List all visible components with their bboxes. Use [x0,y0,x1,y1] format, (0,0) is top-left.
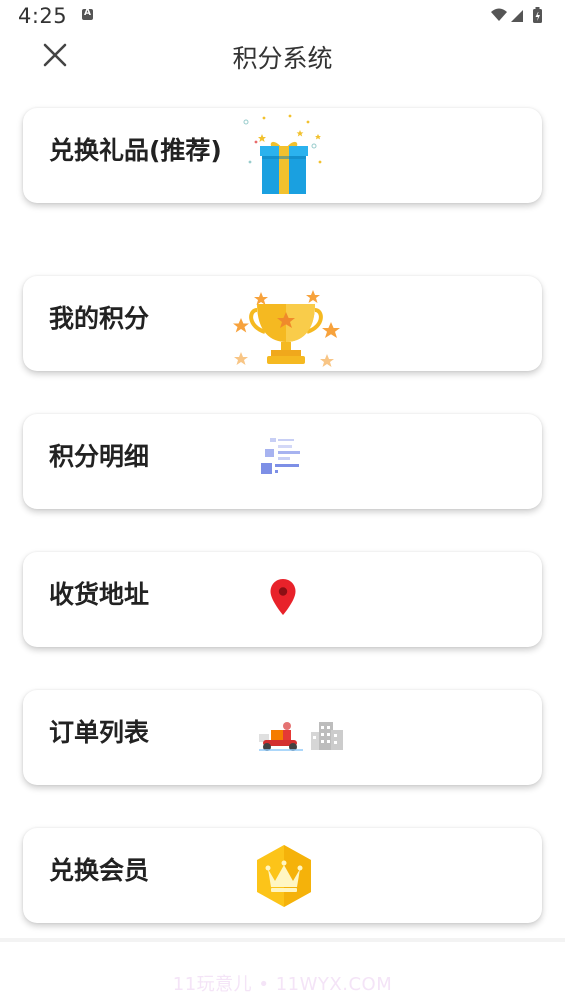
gift-box-icon [243,114,322,194]
status-time: 4:25 [18,4,68,28]
trophy-icon [233,290,340,367]
list-detail-icon [261,438,300,474]
card-label: 兑换会员 [49,856,150,885]
card-label: 兑换礼品(推荐) [49,136,222,165]
card-order-list[interactable]: 订单列表 [23,690,542,785]
card-exchange-gift[interactable]: 兑换礼品(推荐) [23,108,542,203]
card-label: 收货地址 [49,580,150,609]
delivery-scooter-icon [259,722,343,751]
notification-icon [82,8,93,20]
list-bottom-divider [0,938,565,942]
card-my-points[interactable]: 我的积分 [23,276,542,371]
crown-hexagon-icon [257,845,311,907]
header: 积分系统 [0,34,565,82]
status-icons [491,7,542,23]
card-exchange-membership[interactable]: 兑换会员 [23,828,542,923]
card-label: 订单列表 [49,718,150,747]
cellular-signal-icon [511,10,523,22]
wifi-icon [491,8,507,21]
status-bar: 4:25 [0,0,565,34]
location-pin-icon [270,579,296,615]
card-label: 我的积分 [49,304,150,333]
page-title: 积分系统 [232,44,333,73]
battery-icon [533,7,542,23]
card-shipping-address[interactable]: 收货地址 [23,552,542,647]
card-points-detail[interactable]: 积分明细 [23,414,542,509]
watermark: 11玩意儿 • 11WYX.COM [172,974,393,995]
card-label: 积分明细 [49,442,150,471]
